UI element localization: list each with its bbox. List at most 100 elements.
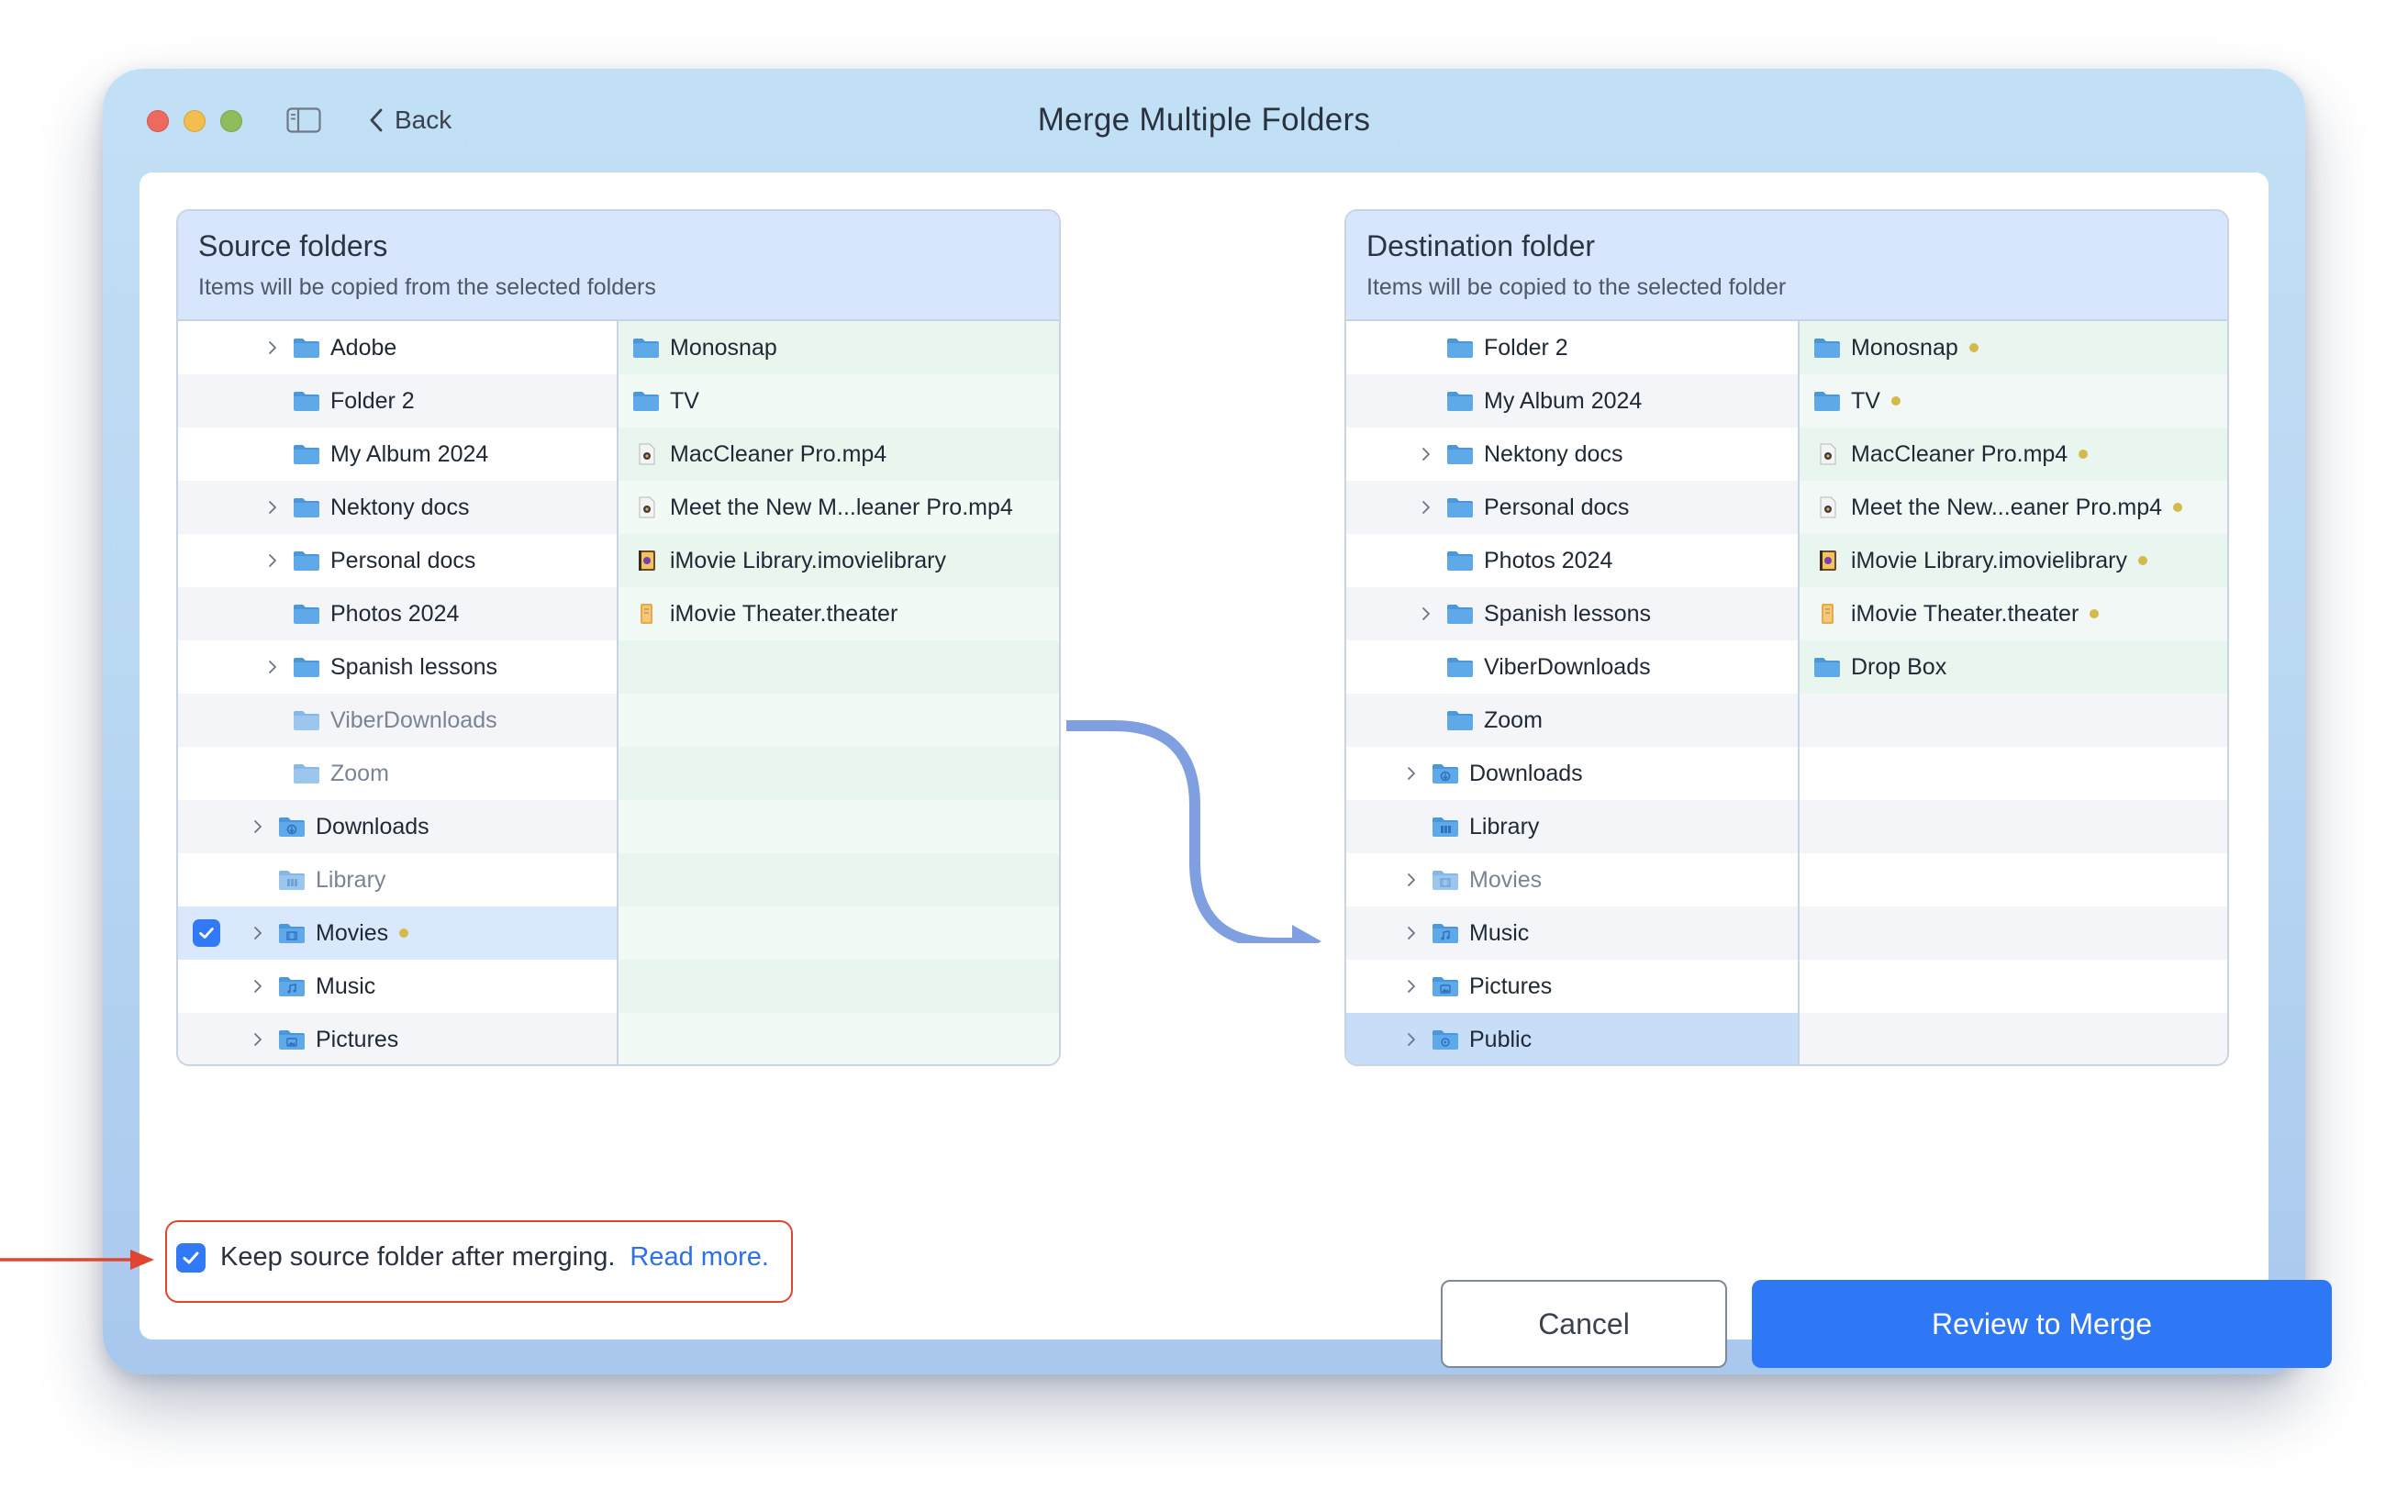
chevron-right-icon[interactable] <box>264 660 281 674</box>
file-row-meet-the-new-m-leaner-pro-mp4[interactable]: Meet the New M...leaner Pro.mp4 <box>619 481 1059 534</box>
tree-row-viberdownloads[interactable]: ViberDownloads <box>178 694 617 747</box>
tree-row-personal-docs[interactable]: Personal docs <box>178 534 617 587</box>
tree-row-my-album-2024[interactable]: My Album 2024 <box>178 428 617 481</box>
main-content: Source folders Items will be copied from… <box>139 172 2332 1368</box>
file-row-imovie-library-imovielibrary[interactable]: iMovie Library.imovielibrary <box>619 534 1059 587</box>
folder-movies-icon <box>277 921 307 945</box>
destination-file-list[interactable]: Monosnap TV MacCleaner Pro.mp4 Meet the New… <box>1800 321 2227 1064</box>
chevron-right-icon[interactable] <box>1403 979 1420 994</box>
source-panel-title: Source folders <box>198 229 388 262</box>
tree-row-downloads[interactable]: Downloads <box>1346 747 1798 800</box>
file-row-label: iMovie Library.imovielibrary <box>1851 547 2128 573</box>
tree-row-music[interactable]: Music <box>1346 906 1798 960</box>
file-row-tv[interactable]: TV <box>619 374 1059 428</box>
status-dot <box>2138 556 2148 565</box>
tree-row-folder-2[interactable]: Folder 2 <box>1346 321 1798 374</box>
tree-row-spanish-lessons[interactable]: Spanish lessons <box>1346 587 1798 640</box>
app-window: Back Merge Multiple Folders Source folde… <box>103 69 2332 1374</box>
tree-row-zoom[interactable]: Zoom <box>1346 694 1798 747</box>
empty-row <box>619 640 1059 694</box>
chevron-right-icon[interactable] <box>264 553 281 568</box>
destination-folder-tree[interactable]: Folder 2 My Album 2024 Nektony docs Persona… <box>1346 321 1800 1064</box>
folder-downloads-icon <box>277 815 307 839</box>
file-row-label: TV <box>1851 387 1880 414</box>
file-row-monosnap[interactable]: Monosnap <box>619 321 1059 374</box>
file-row-label: Meet the New M...leaner Pro.mp4 <box>670 494 1013 520</box>
tree-row-spanish-lessons[interactable]: Spanish lessons <box>178 640 617 694</box>
source-file-list[interactable]: Monosnap TV MacCleaner Pro.mp4 Meet the New… <box>619 321 1059 1064</box>
chevron-right-icon[interactable] <box>1403 1032 1420 1047</box>
destination-panel-subtitle: Items will be copied to the selected fol… <box>1366 274 1787 300</box>
tree-row-pictures[interactable]: Pictures <box>1346 960 1798 1013</box>
folder-icon <box>1812 336 1842 360</box>
chevron-right-icon[interactable] <box>264 340 281 355</box>
tree-row-library[interactable]: Library <box>1346 800 1798 853</box>
folder-icon <box>1445 708 1475 732</box>
tree-row-photos-2024[interactable]: Photos 2024 <box>1346 534 1798 587</box>
chevron-right-icon[interactable] <box>1418 447 1434 461</box>
source-folder-tree[interactable]: Adobe Folder 2 My Album 2024 Nektony docs Pe… <box>178 321 619 1064</box>
source-panel-header: Source folders Items will be copied from… <box>178 211 1059 321</box>
tree-row-downloads[interactable]: Downloads <box>178 800 617 853</box>
tree-row-folder-2[interactable]: Folder 2 <box>178 374 617 428</box>
keep-source-checkbox[interactable] <box>176 1242 206 1273</box>
chevron-right-icon[interactable] <box>1403 926 1420 940</box>
chevron-right-icon[interactable] <box>1403 873 1420 887</box>
file-row-monosnap[interactable]: Monosnap <box>1800 321 2227 374</box>
tree-row-zoom[interactable]: Zoom <box>178 747 617 800</box>
tree-row-viberdownloads[interactable]: ViberDownloads <box>1346 640 1798 694</box>
status-dot <box>2173 503 2183 512</box>
file-row-tv[interactable]: TV <box>1800 374 2227 428</box>
tree-row-photos-2024[interactable]: Photos 2024 <box>178 587 617 640</box>
tree-row-pictures[interactable]: Pictures <box>178 1013 617 1064</box>
tree-row-personal-docs[interactable]: Personal docs <box>1346 481 1798 534</box>
folder-checkbox[interactable] <box>193 919 220 947</box>
tree-row-public[interactable]: Public <box>1346 1013 1798 1064</box>
file-row-maccleaner-pro-mp4[interactable]: MacCleaner Pro.mp4 <box>619 428 1059 481</box>
tree-row-nektony-docs[interactable]: Nektony docs <box>178 481 617 534</box>
tree-row-movies[interactable]: Movies <box>1346 853 1798 906</box>
file-row-label: iMovie Library.imovielibrary <box>670 547 947 573</box>
chevron-right-icon[interactable] <box>264 500 281 515</box>
chevron-right-icon[interactable] <box>250 926 266 940</box>
tree-row-adobe[interactable]: Adobe <box>178 321 617 374</box>
keep-source-label: Keep source folder after merging. <box>220 1242 616 1272</box>
tree-row-movies[interactable]: Movies <box>178 906 617 960</box>
file-row-imovie-theater-theater[interactable]: iMovie Theater.theater <box>1800 587 2227 640</box>
source-panel: Source folders Items will be copied from… <box>176 209 1061 1066</box>
tree-row-my-album-2024[interactable]: My Album 2024 <box>1346 374 1798 428</box>
cancel-button[interactable]: Cancel <box>1441 1280 1727 1368</box>
chevron-right-icon[interactable] <box>250 979 266 994</box>
chevron-right-icon[interactable] <box>1418 606 1434 621</box>
file-row-label: iMovie Theater.theater <box>1851 600 2079 627</box>
chevron-right-icon[interactable] <box>1418 500 1434 515</box>
chevron-right-icon[interactable] <box>250 1032 266 1047</box>
tree-row-label: Movies <box>316 919 389 946</box>
read-more-link[interactable]: Read more. <box>630 1242 769 1273</box>
tree-row-label: Spanish lessons <box>330 653 498 680</box>
empty-row <box>1800 747 2227 800</box>
tree-row-music[interactable]: Music <box>178 960 617 1013</box>
file-row-imovie-library-imovielibrary[interactable]: iMovie Library.imovielibrary <box>1800 534 2227 587</box>
tree-row-label: Zoom <box>330 760 389 786</box>
empty-row <box>619 800 1059 853</box>
file-row-imovie-theater-theater[interactable]: iMovie Theater.theater <box>619 587 1059 640</box>
review-to-merge-button[interactable]: Review to Merge <box>1752 1280 2332 1368</box>
tree-row-nektony-docs[interactable]: Nektony docs <box>1346 428 1798 481</box>
empty-row <box>1800 906 2227 960</box>
empty-row <box>619 853 1059 906</box>
file-row-label: Monosnap <box>670 334 777 361</box>
chevron-right-icon[interactable] <box>250 819 266 834</box>
file-row-maccleaner-pro-mp4[interactable]: MacCleaner Pro.mp4 <box>1800 428 2227 481</box>
tree-row-library[interactable]: Library <box>178 853 617 906</box>
chevron-right-icon[interactable] <box>1403 766 1420 781</box>
empty-row <box>619 1013 1059 1064</box>
file-row-drop-box[interactable]: Drop Box <box>1800 640 2227 694</box>
status-dot <box>1890 396 1901 406</box>
folder-icon <box>292 495 321 519</box>
tree-row-label: Library <box>316 866 386 893</box>
file-row-meet-the-new-eaner-pro-mp4[interactable]: Meet the New...eaner Pro.mp4 <box>1800 481 2227 534</box>
source-panel-subtitle: Items will be copied from the selected f… <box>198 274 656 300</box>
folder-icon <box>292 336 321 360</box>
keep-source-option[interactable]: Keep source folder after merging. Read m… <box>176 1242 769 1273</box>
